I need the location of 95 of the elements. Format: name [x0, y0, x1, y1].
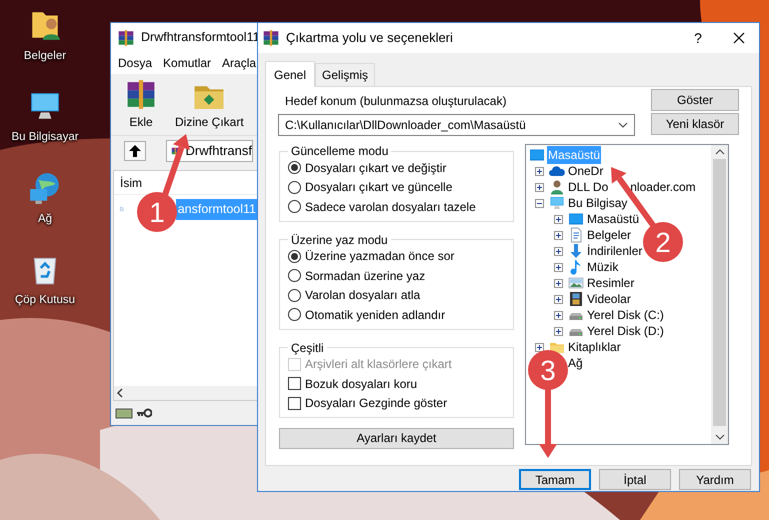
expand-toggle[interactable]	[554, 326, 563, 336]
up-button[interactable]	[124, 141, 146, 161]
vertical-scrollbar[interactable]	[711, 145, 728, 444]
scroll-left-icon[interactable]	[116, 388, 124, 398]
radio-button[interactable]	[288, 200, 301, 214]
tree-item[interactable]: Kitaplıklar	[567, 338, 622, 356]
dialog-button[interactable]: Tamam	[519, 469, 591, 490]
checkbox[interactable]	[288, 377, 301, 390]
tree-item[interactable]: Bu Bilgisay	[567, 194, 628, 212]
user-icon	[549, 179, 565, 195]
chevron-down-icon[interactable]	[618, 122, 628, 128]
option-label[interactable]: Sadece varolan dosyaları tazele	[305, 198, 476, 216]
tree-item[interactable]: Yerel Disk (D:)	[586, 322, 665, 340]
tree-item[interactable]: Yerel Disk (C:)	[586, 306, 665, 324]
path-field[interactable]: Drwfhtransf	[166, 140, 253, 162]
option-label[interactable]: Üzerine yazmadan önce sor	[305, 247, 454, 266]
tree-item[interactable]: Masaüstü	[586, 210, 640, 228]
column-header[interactable]: İsim	[120, 174, 142, 192]
desktop-icon-label[interactable]: Ağ	[38, 210, 52, 228]
menu-item[interactable]: Araçla	[222, 54, 256, 72]
expand-toggle[interactable]	[554, 294, 563, 304]
dialog-title: Çıkartma yolu ve seçenekleri	[286, 29, 453, 48]
radio-button[interactable]	[288, 308, 301, 322]
field-label: Hedef konum (bulunmazsa oluşturulacak)	[285, 93, 508, 110]
destination-combo[interactable]: C:\Kullanıcılar\DllDownloader_com\Masaüstü	[278, 114, 635, 136]
tree-item[interactable]: Ağ	[567, 354, 584, 372]
close-icon[interactable]	[733, 32, 745, 44]
radio-button[interactable]	[288, 288, 301, 302]
dialog-button[interactable]: Yeni klasör	[651, 113, 739, 135]
dialog-button[interactable]: Göster	[651, 89, 739, 111]
save-settings-button[interactable]: Ayarları kaydet	[279, 428, 514, 448]
expand-toggle[interactable]	[535, 182, 544, 192]
tree-item[interactable]: DLL Do	[567, 178, 610, 196]
tree-item-text: nloader.com	[630, 179, 696, 196]
expand-toggle[interactable]	[554, 310, 563, 320]
step-number: 1	[137, 192, 177, 232]
desktop-icon-label[interactable]: Çöp Kutusu	[14, 292, 76, 309]
desktop-icon	[529, 147, 545, 163]
option-label: Arşivleri alt klasörlere çıkart	[305, 356, 452, 374]
expand-toggle[interactable]	[554, 214, 563, 224]
expand-toggle[interactable]	[535, 342, 544, 352]
tree-item[interactable]: İndirilenler	[586, 242, 644, 260]
option-label[interactable]: Dosyaları çıkart ve güncelle	[305, 178, 452, 196]
option-label[interactable]: Dosyaları Gezginde göster	[305, 394, 448, 412]
group-title: Güncelleme modu	[290, 144, 390, 158]
dialog-button[interactable]: İptal	[599, 469, 671, 490]
step-number: 3	[528, 350, 568, 390]
expand-toggle[interactable]	[554, 278, 563, 288]
tree-item[interactable]: OneDr	[567, 162, 604, 180]
collapse-toggle[interactable]	[535, 198, 544, 208]
dialog-button[interactable]: Yardım	[679, 469, 751, 490]
archive-stack-icon	[117, 28, 135, 46]
window-title: Drwfhtransformtool11	[141, 29, 260, 46]
option-label[interactable]: Otomatik yeniden adlandır	[305, 306, 446, 324]
desktop-icon-label[interactable]: Bu Bilgisayar	[11, 129, 79, 146]
tree-item[interactable]: Müzik	[586, 258, 620, 276]
menu-item[interactable]: Komutlar	[163, 54, 212, 72]
download-arrow-icon	[568, 243, 584, 259]
option-label[interactable]: Sormadan üzerine yaz	[305, 266, 426, 285]
computer-icon	[549, 195, 565, 211]
document-icon	[568, 227, 584, 243]
expand-toggle[interactable]	[554, 246, 563, 256]
option-label[interactable]: Dosyaları çıkart ve değiştir	[305, 158, 446, 177]
radio-button[interactable]	[288, 250, 301, 263]
checkbox[interactable]	[288, 396, 301, 410]
tree-item[interactable]: Videolar	[586, 290, 632, 308]
radio-button[interactable]	[288, 180, 301, 194]
option-label[interactable]: Bozuk dosyaları koru	[305, 374, 418, 393]
tab[interactable]: Genel	[265, 61, 316, 87]
group-title: Çeşitli	[290, 340, 325, 354]
radio-button[interactable]	[288, 161, 301, 174]
group-title: Üzerine yaz modu	[290, 232, 389, 246]
expand-toggle[interactable]	[554, 262, 563, 272]
up-arrow-icon	[128, 145, 142, 157]
tree-item[interactable]: Resimler	[586, 274, 636, 292]
menu-item[interactable]: Dosya	[118, 54, 152, 72]
step-number: 2	[643, 222, 683, 262]
archive-stack-icon	[262, 29, 280, 47]
toolbar-button[interactable]: Ekle	[119, 78, 163, 131]
network-icon	[28, 170, 62, 204]
desktop-icon-label[interactable]: Belgeler	[24, 48, 66, 66]
key-icon	[136, 407, 152, 419]
expand-toggle[interactable]	[535, 166, 544, 176]
option-label[interactable]: Varolan dosyaları atla	[305, 286, 420, 304]
toolbar-button[interactable]: Dizine Çıkart	[173, 78, 246, 131]
film-icon	[568, 291, 584, 307]
help-button[interactable]: ?	[683, 28, 713, 48]
desktop-icon	[568, 211, 584, 227]
radio-button[interactable]	[288, 269, 301, 282]
tree-item[interactable]: Belgeler	[586, 226, 632, 244]
tab[interactable]: Gelişmiş	[315, 63, 376, 86]
picture-icon	[568, 275, 584, 291]
expand-toggle[interactable]	[554, 230, 563, 240]
drive-icon	[115, 407, 133, 419]
annotation-arrow	[539, 389, 557, 458]
